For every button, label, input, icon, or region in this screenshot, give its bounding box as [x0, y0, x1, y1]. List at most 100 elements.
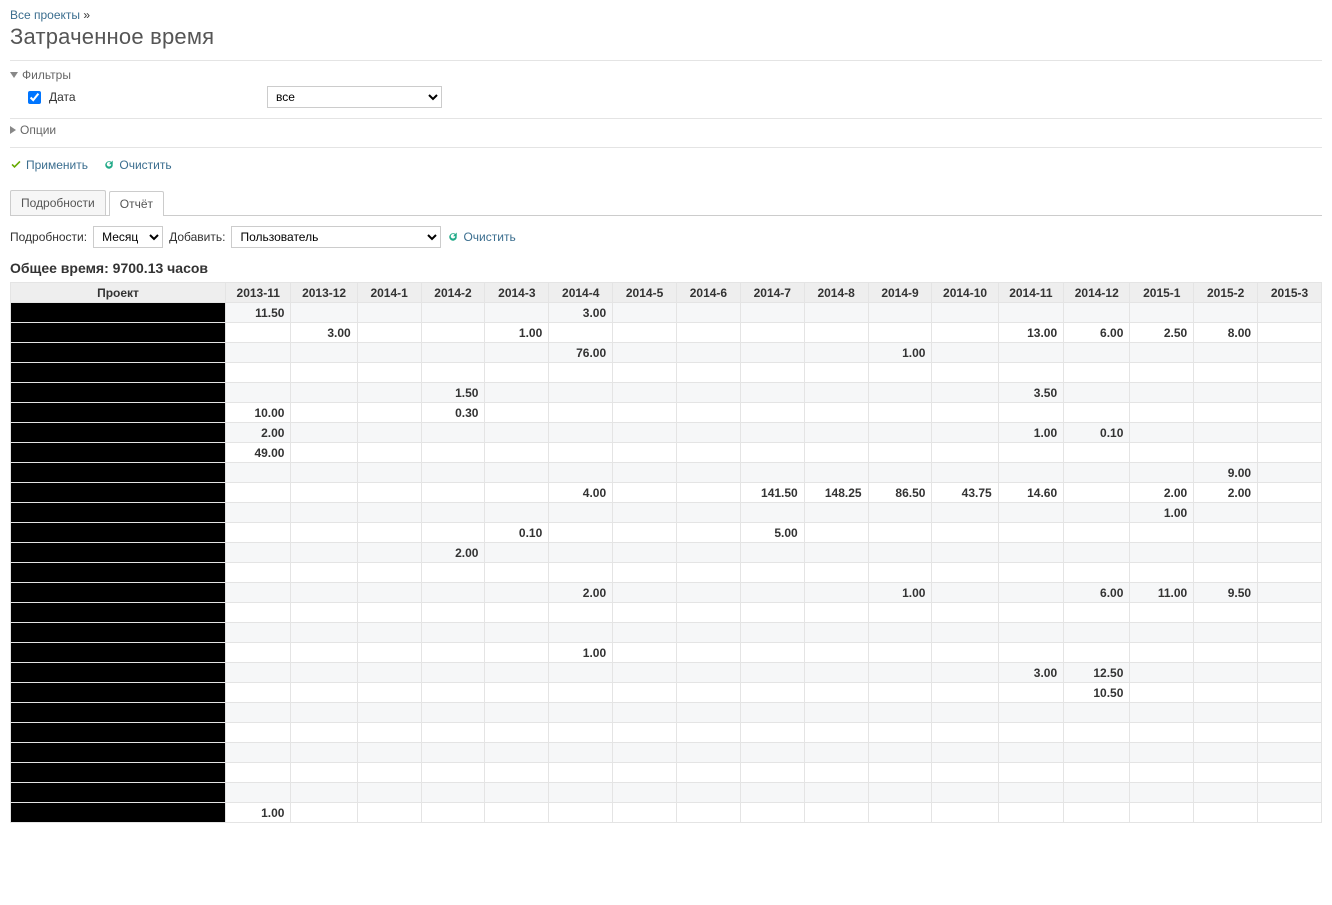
cell-value [998, 743, 1063, 763]
cell-value [868, 803, 932, 823]
cell-value [998, 783, 1063, 803]
cell-value [485, 603, 549, 623]
filter-date-operator[interactable]: все [267, 86, 442, 108]
cell-value [804, 403, 868, 423]
cell-value [421, 763, 485, 783]
cell-value [1258, 703, 1322, 723]
cell-value [1130, 603, 1194, 623]
cell-value [1064, 563, 1130, 583]
cell-value: 0.30 [421, 403, 485, 423]
tab-report[interactable]: Отчёт [109, 191, 164, 216]
tab-details[interactable]: Подробности [10, 190, 106, 215]
cell-value [1258, 403, 1322, 423]
cell-value [226, 723, 291, 743]
cell-value [1194, 363, 1258, 383]
cell-value [740, 423, 804, 443]
cell-value [868, 763, 932, 783]
cell-value [357, 563, 421, 583]
cell-value [1130, 643, 1194, 663]
cell-value [868, 303, 932, 323]
cell-value [868, 563, 932, 583]
report-clear-button[interactable]: Очистить [447, 230, 515, 244]
cell-value [1130, 703, 1194, 723]
cell-value [998, 643, 1063, 663]
cell-value [740, 563, 804, 583]
table-row [11, 763, 1322, 783]
cell-value [549, 763, 613, 783]
cell-value [291, 803, 357, 823]
cell-value [549, 503, 613, 523]
details-select[interactable]: Месяц [93, 226, 163, 248]
cell-value: 6.00 [1064, 323, 1130, 343]
cell-value [1194, 423, 1258, 443]
tab-details-label[interactable]: Подробности [11, 191, 105, 215]
cell-value [868, 683, 932, 703]
cell-value [1064, 523, 1130, 543]
cell-value [613, 563, 677, 583]
cell-value [1258, 503, 1322, 523]
col-header: 2014-5 [613, 283, 677, 303]
cell-value [549, 803, 613, 823]
cell-value [932, 803, 998, 823]
cell-value [868, 403, 932, 423]
cell-value [421, 463, 485, 483]
cell-value [1258, 803, 1322, 823]
cell-value [549, 663, 613, 683]
cell-value: 1.00 [226, 803, 291, 823]
cell-value [357, 343, 421, 363]
cell-value [868, 743, 932, 763]
cell-value [804, 423, 868, 443]
cell-value [1194, 623, 1258, 643]
breadcrumb-link[interactable]: Все проекты [10, 8, 80, 22]
cell-value [485, 403, 549, 423]
cell-value [998, 343, 1063, 363]
cell-value [1130, 563, 1194, 583]
cell-value [421, 483, 485, 503]
cell-value [485, 703, 549, 723]
cell-project [11, 323, 226, 343]
cell-value [485, 383, 549, 403]
cell-value [932, 643, 998, 663]
cell-value [291, 483, 357, 503]
cell-project [11, 463, 226, 483]
cell-value [932, 463, 998, 483]
apply-button[interactable]: Применить [10, 158, 88, 172]
cell-value [613, 343, 677, 363]
apply-label: Применить [26, 158, 88, 172]
cell-value [1194, 603, 1258, 623]
cell-value [868, 783, 932, 803]
cell-value [677, 503, 741, 523]
cell-value [613, 803, 677, 823]
cell-value [485, 363, 549, 383]
cell-value [613, 663, 677, 683]
cell-value [1258, 443, 1322, 463]
cell-value [932, 583, 998, 603]
cell-value [357, 523, 421, 543]
cell-project [11, 603, 226, 623]
table-row [11, 783, 1322, 803]
cell-value [549, 683, 613, 703]
filters-legend[interactable]: Фильтры [10, 68, 71, 82]
cell-value [421, 623, 485, 643]
cell-value [804, 503, 868, 523]
cell-value [226, 323, 291, 343]
filter-date-checkbox[interactable] [28, 91, 41, 104]
table-row: 9.00 [11, 463, 1322, 483]
col-header: 2013-12 [291, 283, 357, 303]
table-row [11, 743, 1322, 763]
options-legend[interactable]: Опции [10, 123, 56, 137]
tab-report-label: Отчёт [110, 192, 163, 216]
cell-value [932, 543, 998, 563]
cell-value [357, 323, 421, 343]
cell-value [868, 543, 932, 563]
cell-value [1130, 363, 1194, 383]
cell-value [1258, 783, 1322, 803]
cell-value [485, 503, 549, 523]
cell-value [1130, 383, 1194, 403]
cell-value [677, 423, 741, 443]
cell-value [677, 783, 741, 803]
col-header: 2015-1 [1130, 283, 1194, 303]
add-select[interactable]: Пользователь [231, 226, 441, 248]
clear-button[interactable]: Очистить [103, 158, 171, 172]
cell-value [226, 503, 291, 523]
